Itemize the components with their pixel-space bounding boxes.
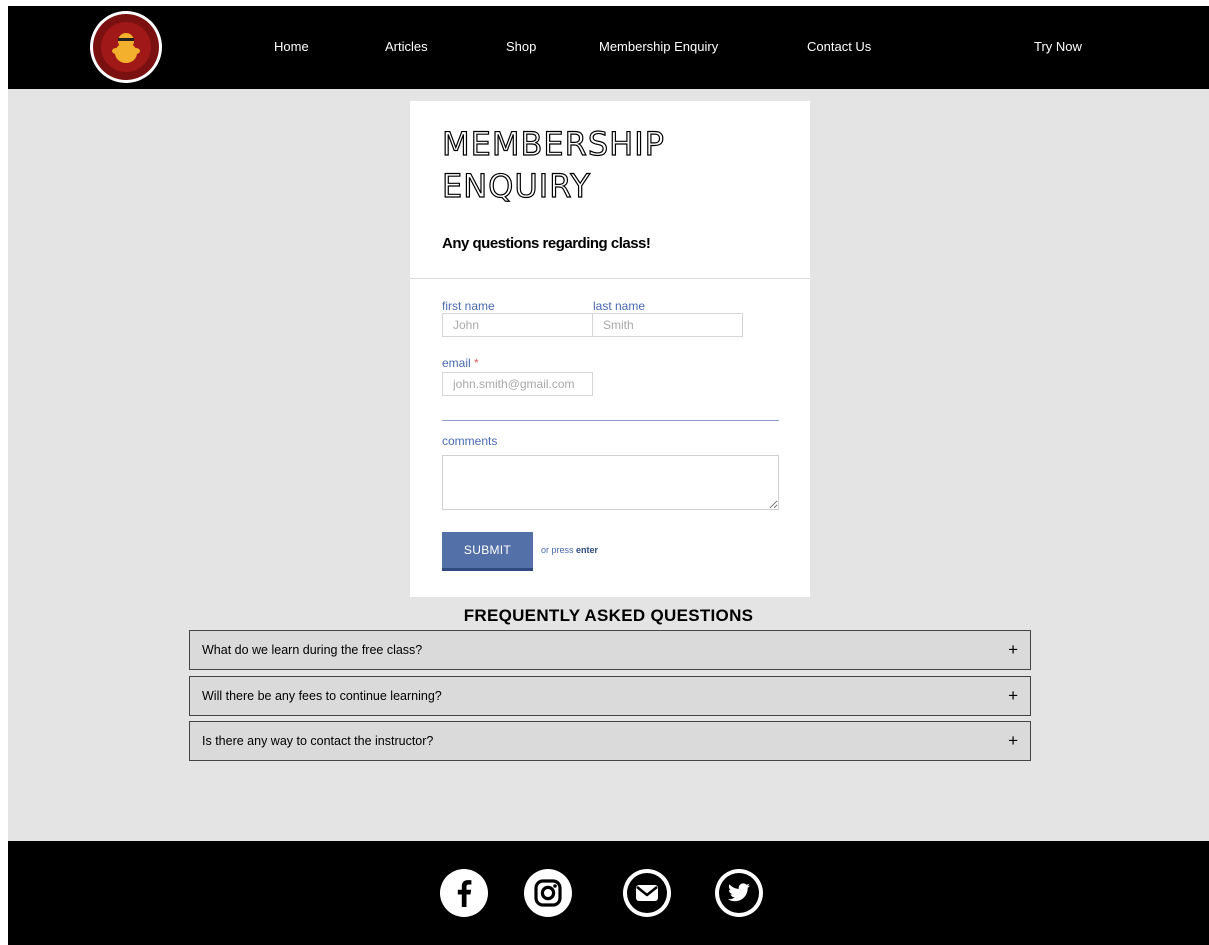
faq-item[interactable]: Will there be any fees to continue learn… (189, 676, 1031, 716)
first-name-input[interactable] (442, 313, 593, 337)
email-label: email * (442, 356, 479, 370)
logo-ring (93, 14, 159, 80)
twitter-icon[interactable] (715, 869, 763, 917)
nav-try-now[interactable]: Try Now (1034, 39, 1082, 54)
facebook-icon[interactable] (440, 869, 488, 917)
press-hint-text: or press (541, 545, 574, 555)
faq-question: What do we learn during the free class? (202, 643, 423, 657)
mail-icon[interactable] (623, 869, 671, 917)
logo-inner (101, 22, 151, 72)
mascot-icon (112, 33, 140, 63)
last-name-label: last name (593, 299, 646, 313)
email-input[interactable] (442, 372, 593, 396)
submit-button[interactable]: SUBMIT (442, 532, 533, 571)
mail-glyph (627, 873, 667, 913)
last-name-input[interactable] (592, 313, 743, 337)
instagram-icon[interactable] (524, 869, 572, 917)
nav-articles[interactable]: Articles (385, 39, 428, 54)
faq-item[interactable]: Is there any way to contact the instruct… (189, 721, 1031, 761)
instagram-glyph (534, 879, 562, 907)
faq-title: FREQUENTLY ASKED QUESTIONS (463, 606, 754, 625)
nav-membership-enquiry[interactable]: Membership Enquiry (599, 39, 718, 54)
form-divider (442, 420, 779, 421)
top-nav-bar: Home Articles Shop Membership Enquiry Co… (8, 6, 1209, 89)
plus-icon[interactable]: + (1008, 731, 1018, 751)
form-title: MEMBERSHIP ENQUIRY (441, 124, 665, 205)
twitter-glyph (719, 873, 759, 913)
press-key-text: enter (576, 545, 599, 555)
nav-home[interactable]: Home (274, 39, 309, 54)
required-mark: * (474, 356, 479, 370)
press-enter-hint: or press enter (541, 545, 598, 555)
faq-item[interactable]: What do we learn during the free class? … (189, 630, 1031, 670)
nav-shop[interactable]: Shop (506, 39, 536, 54)
comments-label: comments (442, 434, 498, 448)
facebook-glyph (457, 880, 472, 907)
plus-icon[interactable]: + (1008, 640, 1018, 660)
email-label-text: email (442, 356, 471, 370)
faq-question: Is there any way to contact the instruct… (202, 734, 434, 748)
form-header: MEMBERSHIP ENQUIRY Any questions regardi… (410, 101, 810, 279)
page: Home Articles Shop Membership Enquiry Co… (8, 6, 1209, 945)
footer (8, 841, 1209, 945)
site-logo[interactable] (90, 11, 162, 83)
form-subtitle: Any questions regarding class! (442, 235, 651, 252)
plus-icon[interactable]: + (1008, 686, 1018, 706)
faq-question: Will there be any fees to continue learn… (202, 689, 442, 703)
nav-contact-us[interactable]: Contact Us (807, 39, 871, 54)
first-name-label: first name (442, 299, 495, 313)
enquiry-form-card: MEMBERSHIP ENQUIRY Any questions regardi… (410, 101, 810, 597)
comments-textarea[interactable] (442, 455, 779, 510)
